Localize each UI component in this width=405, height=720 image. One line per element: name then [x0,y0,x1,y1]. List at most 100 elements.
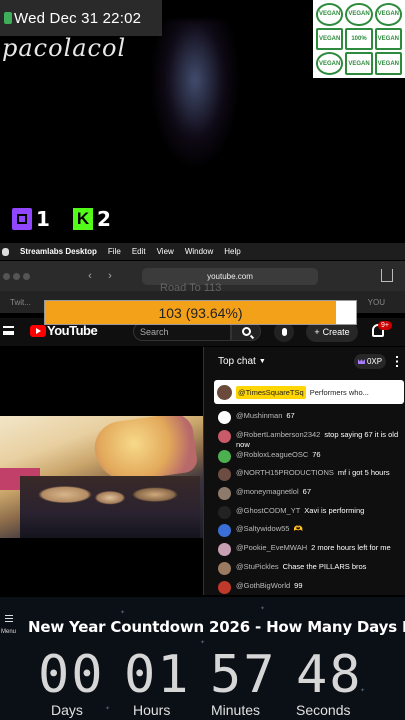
goal-progress-bar: 103 (93.64%) [44,300,357,325]
back-icon[interactable]: ‹ [80,267,100,285]
chat-message[interactable]: @RobloxLeagueOSC 76 [218,449,404,469]
countdown-section: Menu New Year Countdown 2026 - How Many … [0,597,405,720]
avatar [217,384,232,400]
vegan-badge: VEGAN [374,27,402,51]
avatar [218,543,231,557]
minutes-label: Minutes [211,702,261,718]
clock-bar: Wed Dec 31 22:02 [0,0,162,36]
chat-message[interactable]: @NORTH15PRODUCTIONS mf i got 5 hours [218,468,404,487]
progress-label: 103 (93.64%) [158,304,243,321]
menu-help[interactable]: Help [224,247,240,256]
create-label: Create [322,327,350,337]
avatar [218,468,231,482]
chat-author: @NORTH15PRODUCTIONS [236,468,334,478]
avatar [218,429,231,443]
share-icon[interactable] [381,269,393,282]
menu-edit[interactable]: Edit [132,247,146,256]
kick-viewers: K 2 [73,207,111,231]
streamer-name: pacolacol [2,34,127,62]
menu-view[interactable]: View [157,247,174,256]
kick-icon: K [73,208,93,230]
days-value: 00 [38,645,105,705]
chat-message-body: @RobloxLeagueOSC 76 [236,450,321,460]
chat-message[interactable]: @Saltywidow55 🫶 [218,524,404,543]
chat-text: 🫶 [293,524,303,534]
live-chat: Top chat ▼ 0XP @TimesSquareTSq Performer… [203,347,405,595]
tab-twitch[interactable]: Twit... [10,298,31,307]
chat-author: @Mushinman [236,411,283,420]
chat-message[interactable]: @GhostCODM_YT Xavi is performing [218,505,404,525]
avatar [218,411,231,424]
chat-mode-label[interactable]: Top chat [218,356,256,367]
forward-icon[interactable]: › [100,267,120,285]
chat-author: @GothBigWorld [236,580,291,590]
pinned-message[interactable]: @TimesSquareTSq Performers who... [214,380,404,404]
xp-pill[interactable]: 0XP [354,354,386,369]
chat-author: @RobloxLeagueOSC [236,449,309,459]
chat-text: Xavi is performing [304,505,365,515]
chat-message-body: @GhostCODM_YT Xavi is performing [236,506,364,516]
chevron-down-icon[interactable]: ▼ [259,358,266,365]
video-frame[interactable] [0,416,203,538]
chat-message-body: @NORTH15PRODUCTIONS mf i got 5 hours [236,468,390,478]
chat-text: 76 [312,449,321,459]
avatar [218,580,231,594]
window-zoom-dot[interactable] [23,272,30,280]
chat-message[interactable]: @moneymagnetlol 67 [218,487,404,506]
chat-message[interactable]: @StuPickles Chase the PILLARS bros [218,561,404,581]
mic-icon [281,328,287,336]
chat-text: 2 more hours left for me [311,543,391,553]
apple-icon[interactable] [2,247,9,256]
vegan-badge: VEGAN [345,52,373,75]
chat-message-body: @Mushinman 67 [236,411,295,421]
hamburger-icon[interactable] [3,326,14,335]
chat-message-body: @StuPickles Chase the PILLARS bros [236,562,366,572]
pinned-author: @TimesSquareTSq [236,385,306,399]
hours-value: 01 [124,645,191,705]
pinned-text: Performers who... [309,387,369,397]
youtube-logo-text[interactable]: YouTube [47,323,98,338]
youtube-logo-icon[interactable] [30,325,46,337]
chat-text: Chase the PILLARS bros [282,561,367,571]
mac-menubar: Streamlabs Desktop File Edit View Window… [0,243,405,260]
twitch-count: 1 [36,207,50,231]
chat-text: 67 [286,411,295,420]
chat-author: @RobertLamberson2342 [236,429,321,439]
vegan-badge: VEGAN [374,52,402,75]
more-options-icon[interactable] [396,356,398,367]
chat-author: @moneymagnetlol [236,487,299,497]
avatar [218,487,231,501]
chat-messages: @Mushinman 67 @RobertLamberson2342 stop say… [218,411,404,595]
chat-text: 67 [302,487,311,497]
menu-icon[interactable] [5,615,13,622]
avatar [218,449,231,463]
decor-star: ✦ [105,706,111,712]
avatar [218,524,231,538]
countdown-title: New Year Countdown 2026 - How Many Days … [28,618,405,636]
chat-message-body: @GothBigWorld 99 [236,581,303,591]
menu-file[interactable]: File [108,247,121,256]
clock-text: Wed Dec 31 22:02 [14,9,142,27]
search-icon [241,327,251,336]
chat-message[interactable]: @GothBigWorld 99 [218,580,404,596]
menu-label[interactable]: Menu [1,629,16,635]
menu-window[interactable]: Window [185,247,213,256]
chat-message[interactable]: @Pookie_EveMWAH 2 more hours left for me [218,543,404,562]
avatar [218,561,231,575]
chat-author: @Saltywidow55 [236,524,290,534]
seconds-value: 48 [296,645,363,705]
chat-message[interactable]: @RobertLamberson2342 stop saying 67 it is… [218,429,404,450]
window-minimize-dot[interactable] [13,272,20,280]
tab-youtube[interactable]: YOU [368,298,385,307]
create-button[interactable]: + Create [306,322,358,342]
kick-count: 2 [97,207,111,231]
faded-goal-title: Road To 113 [160,282,222,294]
light-glow [150,20,240,170]
chat-message[interactable]: @Mushinman 67 [218,411,404,430]
window-close-dot[interactable] [3,272,10,280]
voice-search-button[interactable] [274,322,294,342]
menu-app-name[interactable]: Streamlabs Desktop [20,247,97,256]
plus-icon: + [314,327,320,337]
chat-author: @GhostCODM_YT [236,505,301,515]
twitch-viewers: 1 [12,207,50,231]
